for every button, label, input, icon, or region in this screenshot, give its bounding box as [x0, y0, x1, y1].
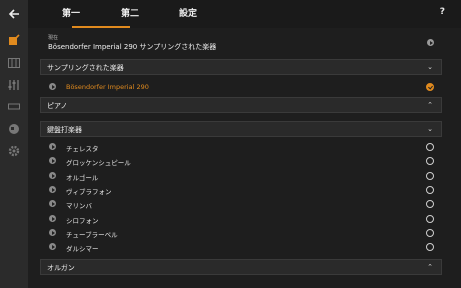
top-tab-bar: 第一 第二 設定 ? — [28, 0, 461, 28]
sidebar — [0, 0, 28, 288]
globe-icon[interactable] — [6, 122, 22, 136]
radio-icon[interactable] — [426, 243, 434, 251]
play-icon[interactable] — [49, 186, 56, 193]
section-title: 鍵盤打楽器 — [47, 126, 82, 134]
section-header-keyboard[interactable]: 鍵盤打楽器 ⌄ — [40, 121, 442, 137]
preview-play-icon[interactable] — [427, 39, 434, 46]
instrument-edit-icon[interactable] — [6, 33, 22, 47]
chevron-down-icon: ⌄ — [427, 125, 433, 133]
keyboard-icon[interactable] — [6, 56, 22, 70]
list-item[interactable]: マリンバ — [40, 197, 442, 211]
play-icon[interactable] — [49, 229, 56, 236]
list-item[interactable]: Bösendorfer Imperial 290 — [40, 80, 442, 94]
radio-selected-icon[interactable] — [426, 83, 434, 91]
radio-icon[interactable] — [426, 215, 434, 223]
play-icon[interactable] — [49, 200, 56, 207]
play-icon[interactable] — [49, 157, 56, 164]
section-title: オルガン — [47, 264, 75, 272]
radio-icon[interactable] — [426, 200, 434, 208]
current-instrument: 現在 Bösendorfer Imperial 290 サンプリングされた楽器 — [48, 34, 216, 52]
item-label: ヴィブラフォン — [66, 188, 112, 196]
play-icon[interactable] — [49, 83, 56, 90]
section-title: ピアノ — [47, 102, 68, 110]
tab-first[interactable]: 第一 — [62, 6, 80, 19]
item-label: シロフォン — [66, 217, 99, 225]
radio-icon[interactable] — [426, 143, 434, 151]
current-label: 現在 — [48, 35, 59, 41]
section-header-piano[interactable]: ピアノ ⌃ — [40, 97, 442, 113]
play-icon[interactable] — [49, 172, 56, 179]
section-title: サンプリングされた楽器 — [47, 64, 124, 72]
mixer-icon[interactable] — [6, 78, 22, 92]
list-item[interactable]: シロフォン — [40, 212, 442, 226]
back-arrow-icon[interactable] — [6, 7, 22, 21]
item-label: マリンバ — [66, 202, 92, 210]
tab-second[interactable]: 第二 — [121, 6, 139, 19]
list-item[interactable]: チューブラーベル — [40, 226, 442, 240]
current-value: Bösendorfer Imperial 290 サンプリングされた楽器 — [48, 43, 217, 51]
radio-icon[interactable] — [426, 157, 434, 165]
item-label: ダルシマー — [66, 245, 99, 253]
help-button[interactable]: ? — [440, 7, 445, 17]
play-icon[interactable] — [49, 215, 56, 222]
instrument-list: 現在 Bösendorfer Imperial 290 サンプリングされた楽器 … — [40, 28, 442, 288]
item-label: チューブラーベル — [66, 231, 118, 239]
radio-icon[interactable] — [426, 229, 434, 237]
list-item[interactable]: ダルシマー — [40, 240, 442, 254]
list-item[interactable]: チェレスタ — [40, 140, 442, 154]
item-label: グロッケンシュピール — [66, 159, 131, 167]
section-header-organ[interactable]: オルガン ⌃ — [40, 259, 442, 275]
chevron-down-icon: ⌄ — [427, 63, 433, 71]
item-label: オルゴール — [66, 174, 99, 182]
sequencer-icon[interactable] — [6, 100, 22, 114]
list-item[interactable]: オルゴール — [40, 169, 442, 183]
list-item[interactable]: グロッケンシュピール — [40, 154, 442, 168]
play-icon[interactable] — [49, 243, 56, 250]
item-label: Bösendorfer Imperial 290 — [66, 83, 149, 91]
settings-gear-icon[interactable] — [6, 144, 22, 158]
item-label: チェレスタ — [66, 145, 99, 153]
section-header-sampled[interactable]: サンプリングされた楽器 ⌄ — [40, 59, 442, 75]
radio-icon[interactable] — [426, 172, 434, 180]
play-icon[interactable] — [49, 143, 56, 150]
tab-settings[interactable]: 設定 — [179, 6, 197, 19]
chevron-up-icon: ⌃ — [427, 263, 433, 271]
radio-icon[interactable] — [426, 186, 434, 194]
chevron-up-icon: ⌃ — [427, 101, 433, 109]
list-item[interactable]: ヴィブラフォン — [40, 183, 442, 197]
